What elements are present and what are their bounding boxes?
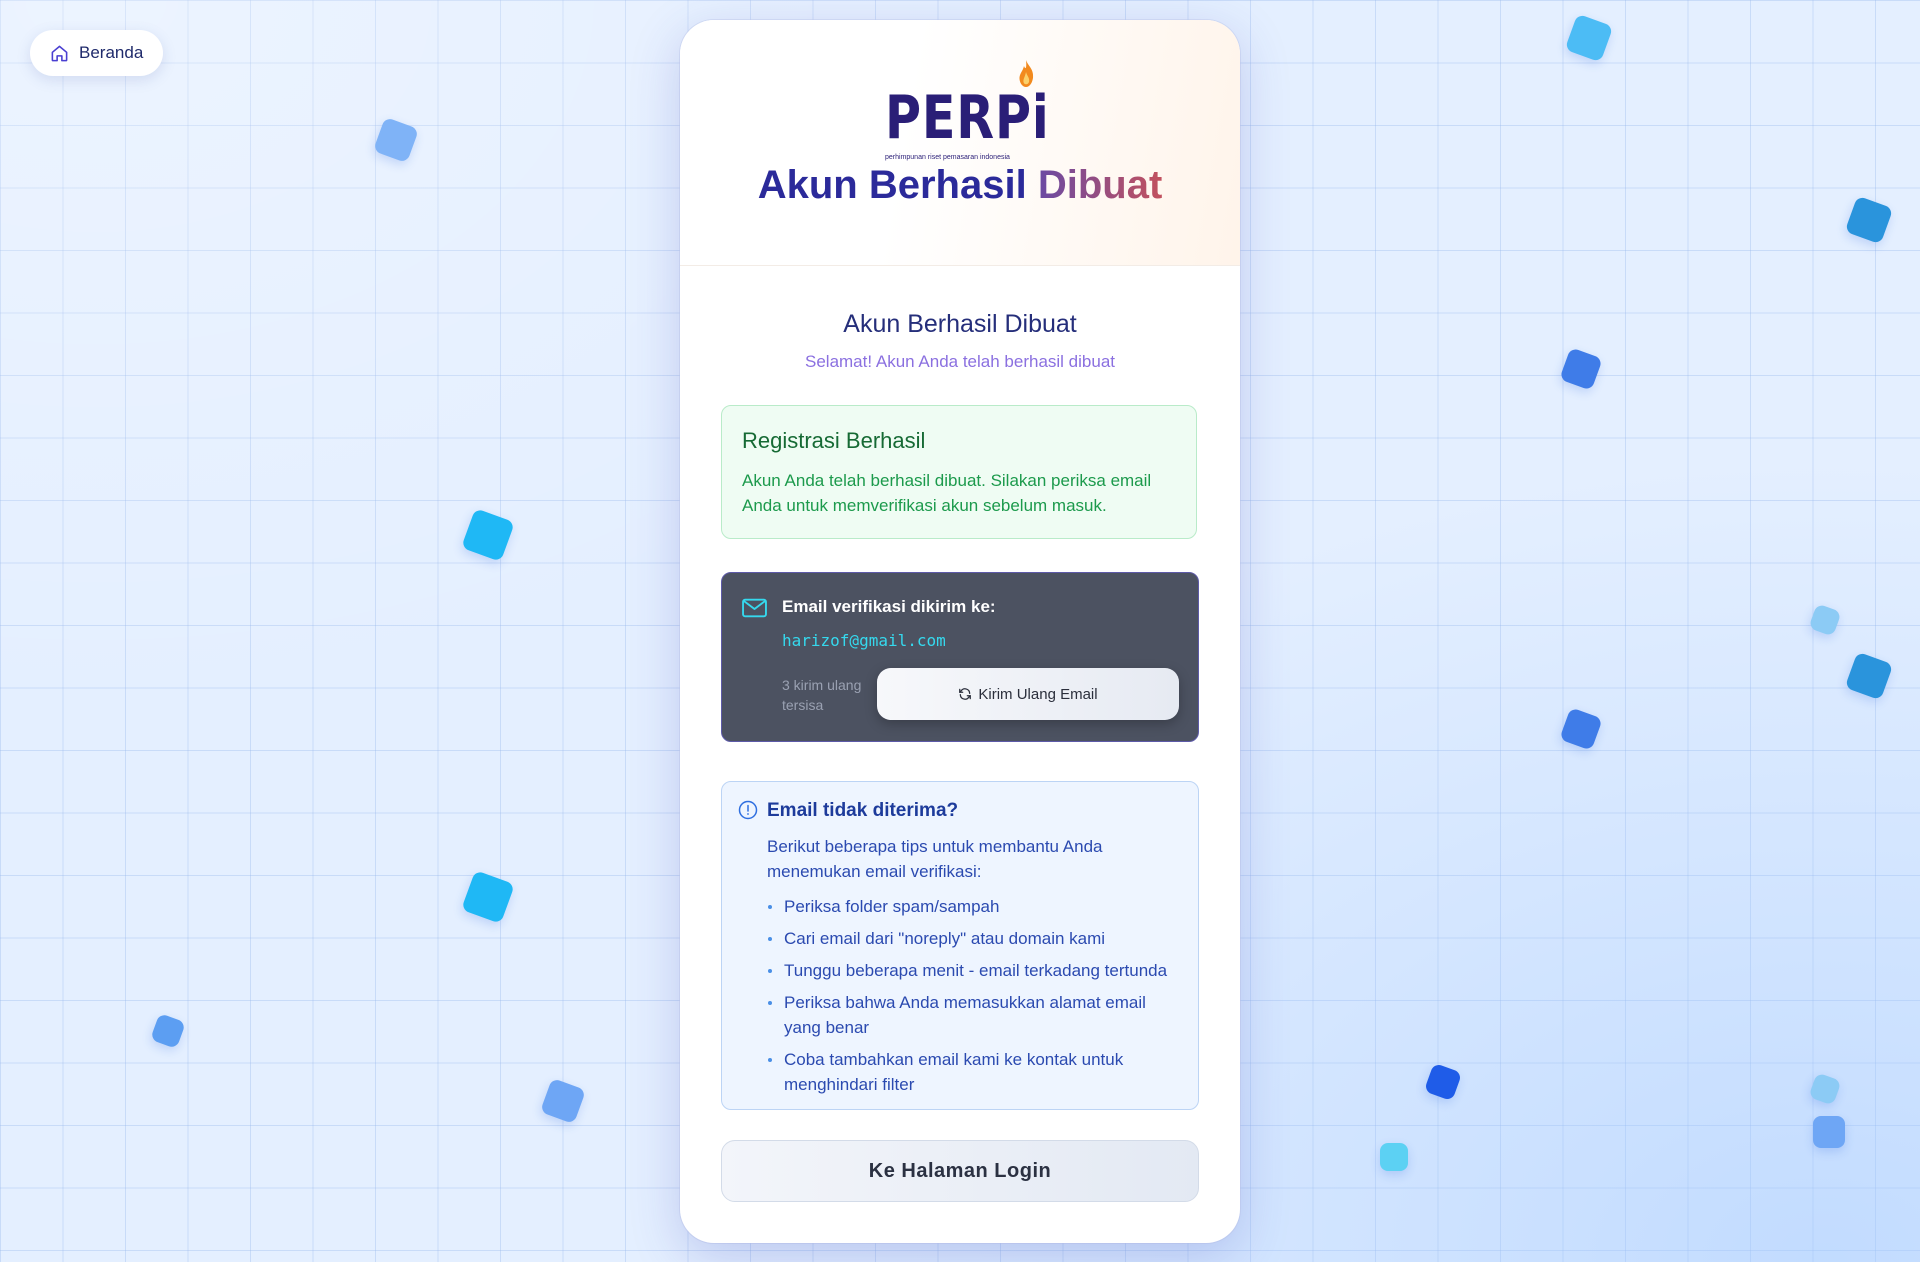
perpi-logo: PERPi perhimpunan riset pemasaran indone… bbox=[885, 60, 1049, 165]
home-icon bbox=[51, 45, 68, 61]
verification-email-panel: Email verifikasi dikirim ke: harizof@gma… bbox=[721, 572, 1199, 742]
header-title-part1: Akun Berhasil bbox=[757, 163, 1027, 207]
registration-success-card: PERPi perhimpunan riset pemasaran indone… bbox=[680, 20, 1240, 1243]
tips-list-item: Cari email dari "noreply" atau domain ka… bbox=[767, 926, 1187, 951]
page-subtitle: Selamat! Akun Anda telah berhasil dibuat bbox=[805, 352, 1115, 371]
go-to-login-button[interactable]: Ke Halaman Login bbox=[721, 1140, 1199, 1202]
resend-remaining: 3 kirim ulang tersisa bbox=[782, 677, 862, 713]
decorative-square bbox=[1844, 195, 1894, 245]
decorative-square bbox=[1559, 347, 1603, 391]
header-title-part2: Dibuat bbox=[1037, 163, 1163, 207]
decorative-square bbox=[1808, 1072, 1842, 1106]
tips-list-item: Periksa bahwa Anda memasukkan alamat ema… bbox=[767, 990, 1187, 1040]
decorative-square bbox=[1423, 1062, 1463, 1102]
decorative-square bbox=[1808, 603, 1842, 637]
decorative-square bbox=[461, 870, 515, 924]
tips-intro: Berikut beberapa tips untuk membantu And… bbox=[767, 837, 1103, 881]
refresh-icon bbox=[959, 688, 972, 700]
decorative-square bbox=[1844, 651, 1894, 701]
logo-subtitle: perhimpunan riset pemasaran indonesia bbox=[885, 154, 1010, 161]
logo-text: PERPi bbox=[885, 83, 1050, 153]
decorative-square bbox=[539, 1077, 587, 1125]
tips-list-item: Periksa folder spam/sampah bbox=[767, 894, 1187, 919]
tips-title: Email tidak diterima? bbox=[767, 800, 959, 821]
success-title: Registrasi Berhasil bbox=[742, 428, 926, 453]
home-label: Beranda bbox=[79, 43, 144, 62]
decorative-square bbox=[372, 116, 420, 164]
email-tips-panel: Email tidak diterima? Berikut beberapa t… bbox=[721, 781, 1199, 1110]
decorative-square bbox=[461, 508, 515, 562]
tips-list: Periksa folder spam/sampah Cari email da… bbox=[767, 894, 1187, 1104]
decorative-square bbox=[1564, 13, 1614, 63]
resend-email-button[interactable]: Kirim Ulang Email bbox=[877, 668, 1179, 720]
tips-list-item: Coba tambahkan email kami ke kontak untu… bbox=[767, 1047, 1187, 1097]
success-alert: Registrasi Berhasil Akun Anda telah berh… bbox=[721, 405, 1197, 539]
card-header: PERPi perhimpunan riset pemasaran indone… bbox=[680, 20, 1240, 266]
home-button[interactable]: Beranda bbox=[30, 30, 164, 76]
tips-list-item: Tunggu beberapa menit - email terkadang … bbox=[767, 958, 1187, 983]
decorative-square bbox=[1813, 1116, 1845, 1148]
decorative-square bbox=[150, 1013, 186, 1049]
decorative-square bbox=[1559, 707, 1603, 751]
success-message: Akun Anda telah berhasil dibuat. Silakan… bbox=[742, 471, 1152, 515]
mail-icon bbox=[742, 598, 767, 618]
verification-label: Email verifikasi dikirim ke: bbox=[782, 597, 996, 616]
resend-email-label: Kirim Ulang Email bbox=[978, 685, 1098, 703]
decorative-square bbox=[1380, 1143, 1408, 1171]
verification-email: harizof@gmail.com bbox=[782, 631, 946, 650]
info-icon bbox=[738, 800, 758, 820]
page-title: Akun Berhasil Dibuat bbox=[843, 310, 1077, 338]
header-title: Akun Berhasil Dibuat bbox=[680, 163, 1240, 208]
